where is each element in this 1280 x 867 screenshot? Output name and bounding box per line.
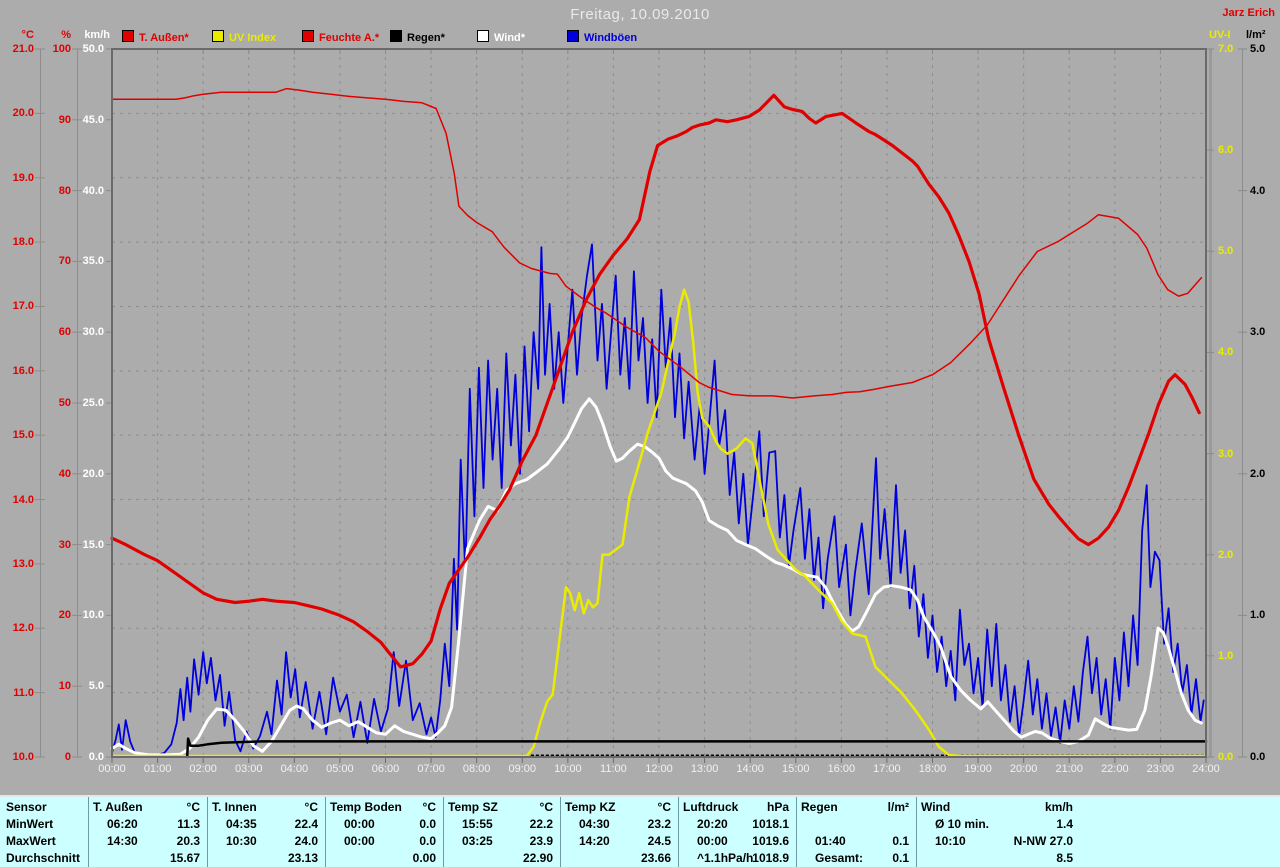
table-cell-value: 20.3 [177, 833, 200, 849]
table-col-unit: °C [540, 799, 553, 815]
table-cell-time: 04:35 [226, 816, 257, 832]
table-cell-value: 0.1 [892, 850, 909, 866]
table-cell-time: 15:55 [462, 816, 493, 832]
table-col-unit: km/h [1045, 799, 1073, 815]
table-cell-time: 14:30 [107, 833, 138, 849]
table-cell-time: 04:30 [579, 816, 610, 832]
table-row-label: Sensor [6, 799, 86, 815]
table-cell-time: 00:00 [344, 816, 375, 832]
table-cell-value: 0.0 [419, 833, 436, 849]
table-cell-time: Gesamt: [815, 850, 863, 866]
table-cell-time: 10:30 [226, 833, 257, 849]
table-cell-value: 23.66 [641, 850, 671, 866]
table-col-name: Wind [921, 799, 950, 815]
table-cell-value: 23.2 [648, 816, 671, 832]
table-cell-value: 24.0 [295, 833, 318, 849]
table-cell-time: 20:20 [697, 816, 728, 832]
table-col-unit: °C [305, 799, 318, 815]
table-col-name: Temp KZ [565, 799, 615, 815]
table-cell-value: 23.9 [530, 833, 553, 849]
table-cell-value: 1019.6 [752, 833, 789, 849]
table-group-temp-sz: Temp SZ °C 15:55 22.2 03:25 23.922.90 [443, 797, 561, 867]
table-cell-value: 24.5 [648, 833, 671, 849]
table-cell-value: 22.2 [530, 816, 553, 832]
table-cell-value: 15.67 [170, 850, 200, 866]
table-group-wind: Wind km/h Ø 10 min. 1.4 10:10 N-NW 27.08.5 [916, 797, 1081, 867]
table-cell-value: 1018.1 [752, 816, 789, 832]
series-humidity [112, 89, 1201, 398]
table-cell-value: 8.5 [1056, 850, 1073, 866]
table-cell-time: 00:00 [697, 833, 728, 849]
table-col-name: T. Innen [212, 799, 257, 815]
table-group-regen: Regen l/m² 01:40 0.1 Gesamt: 0.1 [796, 797, 917, 867]
table-col-name: Regen [801, 799, 838, 815]
table-group-temp-boden: Temp Boden°C00:000.000:000.00.00 [325, 797, 444, 867]
table-cell-time: 00:00 [344, 833, 375, 849]
table-cell-time: 01:40 [815, 833, 846, 849]
table-row-label: MinWert [6, 816, 86, 832]
table-cell-value: 0.0 [419, 816, 436, 832]
table-group-temp-kz: Temp KZ °C 04:30 23.2 14:20 24.523.66 [560, 797, 679, 867]
series-temp_out [112, 95, 1199, 667]
table-row-label: MaxWert [6, 833, 86, 849]
table-cell-time: Ø 10 min. [935, 816, 989, 832]
table-col-unit: °C [187, 799, 200, 815]
table-cell-time: ^1.1hPa/h [697, 850, 753, 866]
table-row-label: Durchschnitt [6, 850, 86, 866]
table-col-name: Temp SZ [448, 799, 498, 815]
table-sensor-column: SensorMinWertMaxWertDurchschnitt [6, 797, 86, 867]
table-cell-value: 0.00 [413, 850, 436, 866]
table-col-unit: l/m² [888, 799, 909, 815]
table-cell-time: 14:20 [579, 833, 610, 849]
table-cell-time: 03:25 [462, 833, 493, 849]
table-cell-value: 23.13 [288, 850, 318, 866]
table-col-name: Luftdruck [683, 799, 738, 815]
table-col-name: T. Außen [93, 799, 143, 815]
table-col-unit: hPa [767, 799, 789, 815]
table-cell-value: 22.90 [523, 850, 553, 866]
table-col-unit: °C [658, 799, 671, 815]
weather-chart-window: Freitag, 10.09.2010 Jarz Erich °C % km/h… [0, 0, 1280, 867]
table-cell-time: 10:10 [935, 833, 966, 849]
table-cell-value: 22.4 [295, 816, 318, 832]
table-group-luftdruck: Luftdruck hPa 20:20 1018.1 00:00 1019.6^1.1hP… [678, 797, 797, 867]
statistics-table: SensorMinWertMaxWertDurchschnittT. Außen… [0, 795, 1280, 867]
chart-svg [0, 0, 1280, 867]
table-col-name: Temp Boden [330, 799, 402, 815]
table-cell-value: 1018.9 [752, 850, 789, 866]
table-cell-time: 06:20 [107, 816, 138, 832]
table-cell-value: 11.3 [177, 816, 200, 832]
table-cell-value: N-NW 27.0 [1014, 833, 1073, 849]
table-group-t-au-en: T. Außen °C 06:20 11.3 14:30 20.315.67 [88, 797, 208, 867]
table-col-unit: °C [423, 799, 436, 815]
table-cell-value: 0.1 [892, 833, 909, 849]
table-cell-value: 1.4 [1056, 816, 1073, 832]
table-group-t-innen: T. Innen °C 04:35 22.4 10:30 24.023.13 [207, 797, 326, 867]
